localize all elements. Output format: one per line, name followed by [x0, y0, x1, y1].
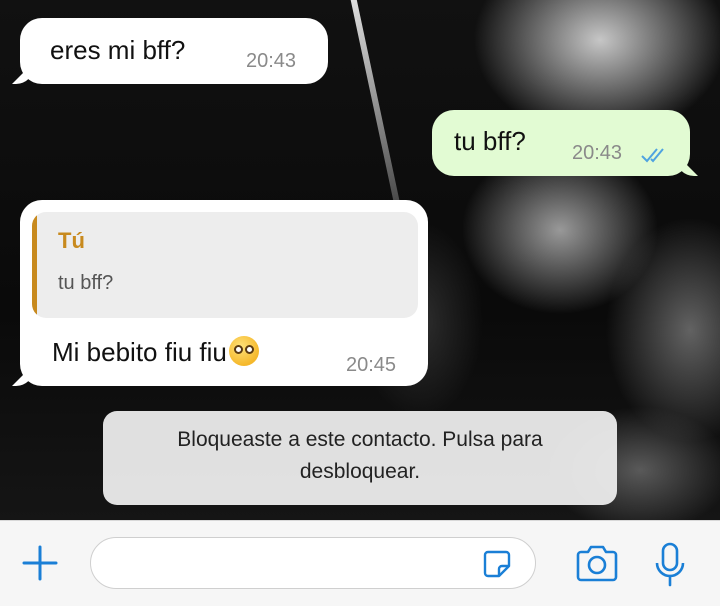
blocked-contact-notice[interactable]: Bloqueaste a este contacto. Pulsa para d…: [103, 411, 617, 505]
message-time: 20:43: [246, 50, 297, 72]
sticker-icon[interactable]: [482, 549, 512, 579]
pleading-face-emoji-icon: [228, 336, 259, 366]
read-double-check-icon: [641, 148, 664, 163]
message-text: tu bff?: [454, 126, 526, 156]
quote-accent-bar: [32, 212, 37, 318]
incoming-message-bubble[interactable]: eres mi bff? 20:43: [20, 18, 328, 84]
incoming-reply-bubble[interactable]: Tú tu bff? Mi bebito fiu fiu 20:45: [20, 200, 428, 386]
camera-icon[interactable]: [574, 545, 620, 583]
quoted-message[interactable]: Tú tu bff?: [32, 212, 418, 318]
quote-text: tu bff?: [58, 272, 114, 294]
message-input[interactable]: [90, 537, 536, 589]
microphone-icon[interactable]: [652, 541, 688, 589]
outgoing-message-bubble[interactable]: tu bff? 20:43: [432, 110, 690, 176]
message-time: 20:45: [346, 354, 397, 376]
message-input-bar: [0, 520, 720, 606]
plus-icon[interactable]: [20, 543, 60, 583]
message-text: eres mi bff?: [50, 35, 186, 65]
message-time: 20:43: [572, 142, 623, 164]
wallpaper-light-streak: [349, 0, 401, 209]
quote-author: Tú: [58, 228, 85, 253]
message-text: Mi bebito fiu fiu: [52, 337, 227, 367]
message-text-wrap: Mi bebito fiu fiu: [52, 336, 259, 368]
